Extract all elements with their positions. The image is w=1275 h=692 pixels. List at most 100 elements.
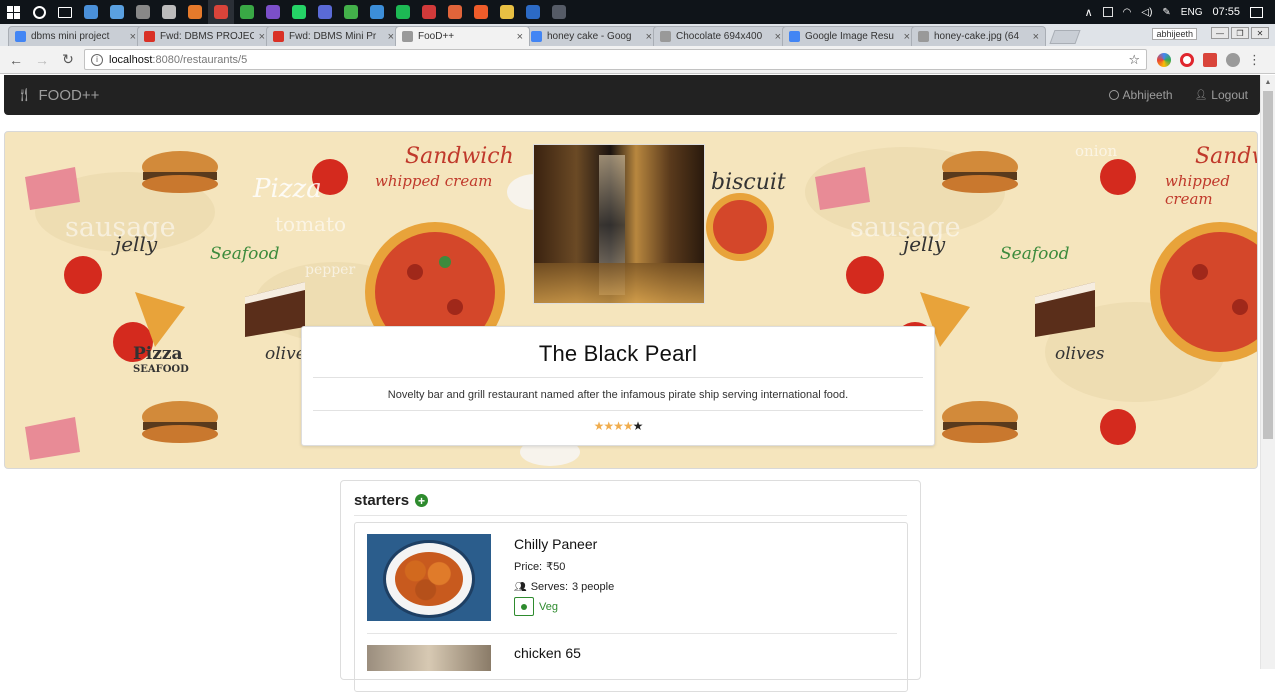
- opera-icon[interactable]: [1180, 52, 1194, 67]
- close-tab-icon[interactable]: ×: [130, 31, 136, 43]
- hero-word: whipped cream: [1165, 172, 1230, 208]
- app-icon[interactable]: [468, 0, 494, 24]
- whatsapp-icon[interactable]: [286, 0, 312, 24]
- chevron-up-icon[interactable]: ∧: [1085, 6, 1093, 19]
- app-navbar: 🍴︎ FOOD++ Abhijeeth 👤︎ Logout: [4, 75, 1260, 115]
- star-filled-icon: ★: [593, 419, 605, 433]
- browser-tab[interactable]: Fwd: DBMS Mini Pr ×: [266, 26, 401, 46]
- app-icon[interactable]: [312, 0, 338, 24]
- hero-word: whipped cream: [375, 172, 493, 190]
- dish-image: [367, 534, 491, 621]
- language-indicator[interactable]: ENG: [1181, 7, 1203, 18]
- browser-menu-icon[interactable]: ⋮: [1248, 52, 1261, 68]
- window-controls: — ❐ ✕: [1211, 27, 1269, 39]
- wifi-icon[interactable]: ◠: [1123, 7, 1132, 18]
- logout-link[interactable]: 👤︎ Logout: [1195, 88, 1248, 102]
- scroll-up-icon[interactable]: ▲: [1261, 75, 1275, 89]
- tab-title: dbms mini project: [31, 31, 110, 42]
- rating-stars: ★★★★★: [302, 419, 934, 433]
- veg-mark-icon: [514, 597, 534, 616]
- close-tab-icon[interactable]: ×: [904, 31, 910, 43]
- hero-word: Sandwich: [1195, 144, 1257, 169]
- forward-icon[interactable]: →: [32, 50, 52, 70]
- add-item-icon[interactable]: +: [415, 494, 429, 507]
- app-icon[interactable]: [130, 0, 156, 24]
- app-icon[interactable]: [260, 0, 286, 24]
- browser-tab[interactable]: Fwd: DBMS PROJEC ×: [137, 26, 272, 46]
- dish-image: [367, 645, 491, 671]
- brand-link[interactable]: 🍴︎ FOOD++: [16, 87, 99, 104]
- bookmark-star-icon[interactable]: ☆: [1128, 52, 1140, 68]
- battery-icon[interactable]: [1102, 7, 1113, 17]
- search-icon[interactable]: [26, 0, 52, 24]
- app-icon[interactable]: [416, 0, 442, 24]
- url-input[interactable]: i localhost:8080/restaurants/5 ☆: [84, 49, 1147, 70]
- restaurant-photo: [533, 144, 705, 304]
- close-window-icon[interactable]: ✕: [1251, 27, 1269, 39]
- close-tab-icon[interactable]: ×: [775, 31, 781, 43]
- browser-tab-strip: dbms mini project × Fwd: DBMS PROJEC × Fwd: …: [0, 24, 1275, 46]
- volume-icon[interactable]: ◁): [1141, 7, 1152, 18]
- app-icon[interactable]: [442, 0, 468, 24]
- reload-icon[interactable]: ↻: [58, 50, 78, 70]
- browser-tab[interactable]: honey-cake.jpg (64 ×: [911, 26, 1046, 46]
- new-tab-button[interactable]: [1049, 30, 1081, 44]
- notifications-icon[interactable]: [1250, 6, 1263, 18]
- hero-word: biscuit: [711, 170, 786, 195]
- tab-title: honey cake - Goog: [547, 31, 632, 42]
- extension-icon[interactable]: [1157, 52, 1171, 67]
- app-icon[interactable]: [104, 0, 130, 24]
- menu-items-list: Chilly Paneer Price: ₹50 👥︎ Serves: 3 pe…: [354, 522, 908, 692]
- app-icon[interactable]: [234, 0, 260, 24]
- chrome-icon[interactable]: [78, 0, 104, 24]
- close-tab-icon[interactable]: ×: [646, 31, 652, 43]
- tab-title: Chocolate 694x400: [676, 31, 763, 42]
- extension-icon[interactable]: [1226, 52, 1240, 67]
- app-icon[interactable]: [182, 0, 208, 24]
- pen-icon[interactable]: ✎: [1162, 7, 1170, 18]
- app-icon[interactable]: [364, 0, 390, 24]
- minimize-icon[interactable]: —: [1211, 27, 1229, 39]
- gmail-icon: [273, 31, 284, 42]
- close-tab-icon[interactable]: ×: [1033, 31, 1039, 43]
- users-icon: 👥︎: [514, 581, 527, 593]
- browser-tab[interactable]: FooD++ ×: [395, 26, 530, 46]
- task-view-icon[interactable]: [52, 0, 78, 24]
- chrome-icon[interactable]: [208, 0, 234, 24]
- hero-word: onion: [1075, 142, 1118, 160]
- profile-chip[interactable]: abhijeeth: [1152, 28, 1197, 40]
- tab-title: Fwd: DBMS PROJEC: [160, 31, 254, 42]
- hero-word: Sandwich: [405, 144, 514, 169]
- page-scrollbar[interactable]: ▲: [1260, 75, 1275, 669]
- browser-tab[interactable]: Chocolate 694x400 ×: [653, 26, 788, 46]
- user-link[interactable]: Abhijeeth: [1108, 88, 1173, 102]
- scrollbar-thumb[interactable]: [1263, 91, 1273, 439]
- app-icon[interactable]: [338, 0, 364, 24]
- star-filled-icon: ★: [622, 419, 634, 433]
- restaurant-name: The Black Pearl: [538, 341, 698, 366]
- windows-start-icon[interactable]: [0, 0, 26, 24]
- tab-title: FooD++: [418, 31, 455, 42]
- app-icon[interactable]: [546, 0, 572, 24]
- maximize-icon[interactable]: ❐: [1231, 27, 1249, 39]
- user-circle-icon: [1108, 90, 1119, 100]
- hero-word: olives: [1055, 344, 1105, 364]
- clock[interactable]: 07:55: [1212, 6, 1240, 18]
- browser-tab[interactable]: Google Image Resu ×: [782, 26, 917, 46]
- app-icon[interactable]: [520, 0, 546, 24]
- app-icon[interactable]: [156, 0, 182, 24]
- hero-word: Pizza: [133, 344, 183, 364]
- hero-word: SEAFOOD: [133, 364, 189, 375]
- close-tab-icon[interactable]: ×: [259, 31, 265, 43]
- browser-tab[interactable]: dbms mini project ×: [8, 26, 143, 46]
- folder-icon[interactable]: [494, 0, 520, 24]
- extension-icon[interactable]: [1203, 52, 1217, 67]
- close-tab-icon[interactable]: ×: [388, 31, 394, 43]
- close-tab-icon[interactable]: ×: [517, 31, 523, 43]
- info-icon[interactable]: i: [91, 53, 103, 66]
- url-host: localhost: [109, 53, 153, 66]
- tab-title: Google Image Resu: [805, 31, 894, 42]
- spotify-icon[interactable]: [390, 0, 416, 24]
- browser-tab[interactable]: honey cake - Goog ×: [524, 26, 659, 46]
- back-icon[interactable]: ←: [6, 50, 26, 70]
